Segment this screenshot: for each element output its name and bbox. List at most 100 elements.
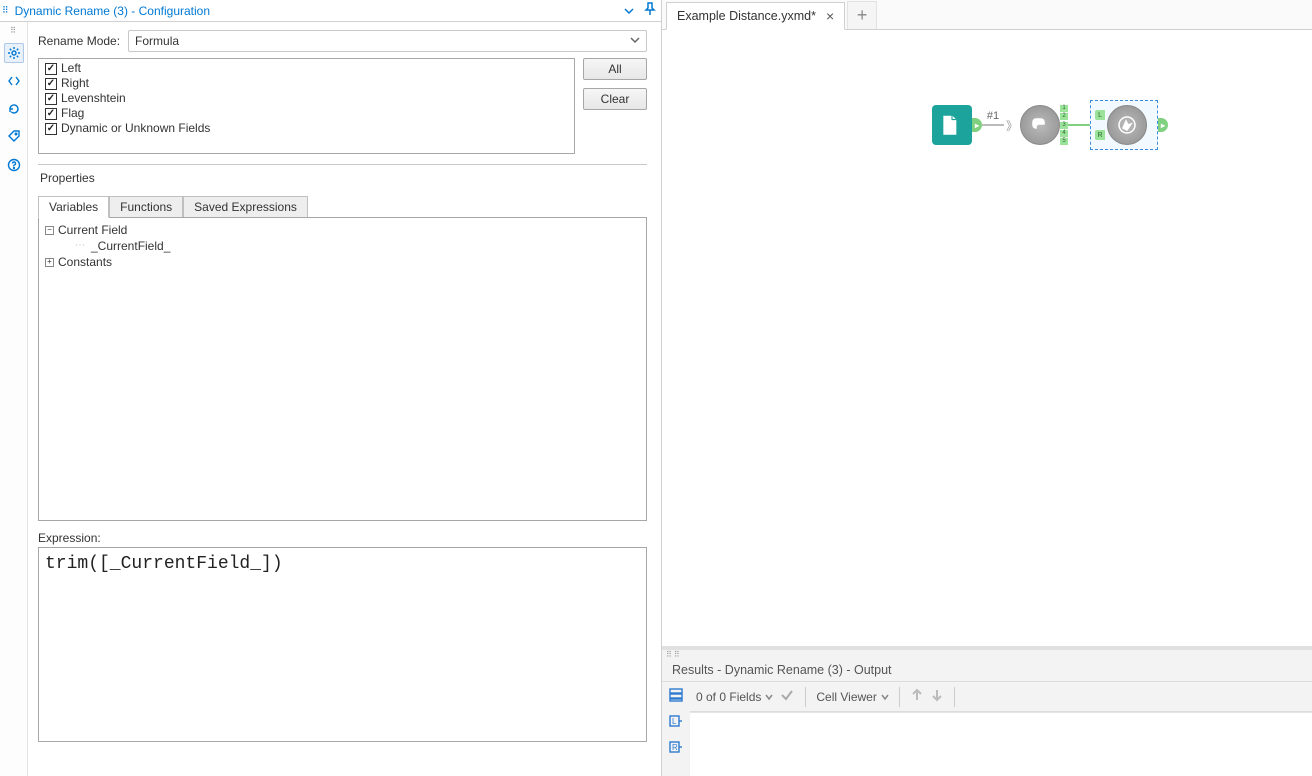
grip-dots-icon[interactable]: ⠿⠿ [662, 650, 1312, 659]
list-item[interactable]: Left [45, 61, 568, 76]
selected-tool-frame[interactable]: L R [1090, 100, 1158, 150]
tree-connector-icon: ⋯ [75, 238, 85, 254]
expression-textarea[interactable]: trim([_CurrentField_]) [38, 547, 647, 742]
grip-dots-icon: ⠿ [2, 5, 12, 16]
chevron-down-icon [881, 690, 889, 704]
field-label: Left [61, 61, 81, 76]
checkbox-icon[interactable] [45, 123, 57, 135]
output-anchor-icon[interactable]: ▸ [972, 118, 982, 132]
tab-saved-expressions[interactable]: Saved Expressions [183, 196, 308, 218]
cell-viewer-label: Cell Viewer [816, 690, 876, 704]
multi-output-anchors: 1 2 3 4 5 [1060, 105, 1068, 145]
expression-text: trim([_CurrentField_]) [45, 554, 640, 574]
document-tabbar: Example Distance.yxmd* × + [662, 0, 1312, 30]
tree-label: Current Field [58, 222, 127, 238]
records-view-icon[interactable] [667, 686, 685, 704]
arrow-up-icon[interactable] [910, 688, 924, 705]
checkbox-icon[interactable] [45, 93, 57, 105]
tree-node[interactable]: + Constants [45, 254, 640, 270]
list-item[interactable]: Flag [45, 106, 568, 121]
list-item[interactable]: Dynamic or Unknown Fields [45, 121, 568, 136]
results-side-icons: L R [662, 682, 690, 776]
input-anchor-r[interactable]: R [1095, 130, 1105, 140]
field-label: Flag [61, 106, 84, 121]
rename-mode-value: Formula [135, 34, 179, 48]
tree-node[interactable]: −Current Field [45, 222, 640, 238]
tab-variables[interactable]: Variables [38, 196, 109, 218]
arrow-down-icon[interactable] [930, 688, 944, 705]
gear-tab-icon[interactable] [4, 43, 24, 63]
output-anchor-icon[interactable]: ▸ [1158, 118, 1168, 132]
checkbox-icon[interactable] [45, 78, 57, 90]
output-anchor-3[interactable]: 3 [1060, 122, 1068, 129]
tree-leaf-label: _CurrentField_ [91, 238, 170, 254]
config-titlebar: ⠿ Dynamic Rename (3) - Configuration [0, 0, 661, 22]
output-anchor-2[interactable]: 2 [1060, 113, 1068, 120]
pin-icon[interactable] [643, 2, 657, 19]
output-anchor-1[interactable]: 1 [1060, 105, 1068, 112]
document-tab[interactable]: Example Distance.yxmd* × [666, 2, 845, 30]
fields-listbox[interactable]: Left Right Levenshtein Flag Dynamic or U… [38, 58, 575, 154]
code-tab-icon[interactable] [4, 71, 24, 91]
checkbox-icon[interactable] [45, 108, 57, 120]
checkbox-icon[interactable] [45, 63, 57, 75]
dynamic-rename-tool[interactable] [1107, 105, 1147, 145]
divider [899, 687, 900, 707]
cell-viewer-dropdown[interactable]: Cell Viewer [816, 690, 888, 704]
svg-text:L: L [672, 717, 677, 726]
right-anchor-icon[interactable]: R [667, 738, 685, 756]
field-label: Dynamic or Unknown Fields [61, 121, 210, 136]
list-item[interactable]: Right [45, 76, 568, 91]
input-anchor-l[interactable]: L [1095, 110, 1105, 120]
config-panel: ⠿ Dynamic Rename (3) - Configuration ⠿ R… [0, 0, 662, 776]
text-input-tool[interactable] [932, 105, 972, 145]
all-button[interactable]: All [583, 58, 647, 80]
left-anchor-icon[interactable]: L [667, 712, 685, 730]
field-label: Right [61, 76, 89, 91]
grip-dots-icon: ⠿ [10, 26, 17, 35]
rename-mode-select[interactable]: Formula [128, 30, 647, 52]
clear-button[interactable]: Clear [583, 88, 647, 110]
output-anchor-5[interactable]: 5 [1060, 138, 1068, 145]
tree-leaf[interactable]: ⋯ _CurrentField_ [45, 238, 640, 254]
help-tab-icon[interactable] [4, 155, 24, 175]
arrow-icon: 》 [1006, 117, 1018, 134]
collapse-chevron-icon[interactable] [623, 5, 635, 17]
results-toolbar: 0 of 0 Fields Cell Viewer [690, 682, 1312, 712]
connection-line: #1 [982, 124, 1004, 126]
fields-count-text: 0 of 0 Fields [696, 690, 761, 704]
expand-plus-icon[interactable]: + [45, 258, 54, 267]
results-panel: ⠿⠿ Results - Dynamic Rename (3) - Output… [662, 646, 1312, 776]
divider [954, 687, 955, 707]
results-grid[interactable] [690, 712, 1312, 776]
close-tab-button[interactable]: × [826, 8, 834, 24]
expand-minus-icon[interactable]: − [45, 226, 54, 235]
expression-label: Expression: [38, 531, 647, 545]
fields-count[interactable]: 0 of 0 Fields [696, 690, 773, 704]
chevron-down-icon [630, 34, 640, 48]
output-anchor-4[interactable]: 4 [1060, 130, 1068, 137]
connection-line [1068, 124, 1090, 126]
tag-tab-icon[interactable] [4, 127, 24, 147]
divider [805, 687, 806, 707]
python-tool[interactable] [1020, 105, 1060, 145]
config-side-tabs: ⠿ [0, 22, 28, 776]
tree-label: Constants [58, 254, 112, 270]
check-icon[interactable] [779, 687, 795, 706]
properties-label: Properties [38, 171, 647, 185]
divider [38, 164, 647, 165]
results-title: Results - Dynamic Rename (3) - Output [662, 659, 1312, 682]
properties-tabs: Variables Functions Saved Expressions [38, 195, 647, 217]
field-label: Levenshtein [61, 91, 126, 106]
list-item[interactable]: Levenshtein [45, 91, 568, 106]
chevron-down-icon [765, 690, 773, 704]
rename-mode-label: Rename Mode: [38, 34, 120, 48]
add-tab-button[interactable]: + [847, 1, 877, 29]
variables-tree[interactable]: −Current Field ⋯ _CurrentField_ + Constant… [38, 217, 647, 521]
workflow-canvas[interactable]: ▸ #1 》 1 2 3 4 5 L R [662, 30, 1312, 646]
tab-functions[interactable]: Functions [109, 196, 183, 218]
svg-text:R: R [672, 743, 678, 752]
connection-label: #1 [987, 110, 999, 122]
tab-title: Example Distance.yxmd* [677, 9, 816, 23]
refresh-tab-icon[interactable] [4, 99, 24, 119]
